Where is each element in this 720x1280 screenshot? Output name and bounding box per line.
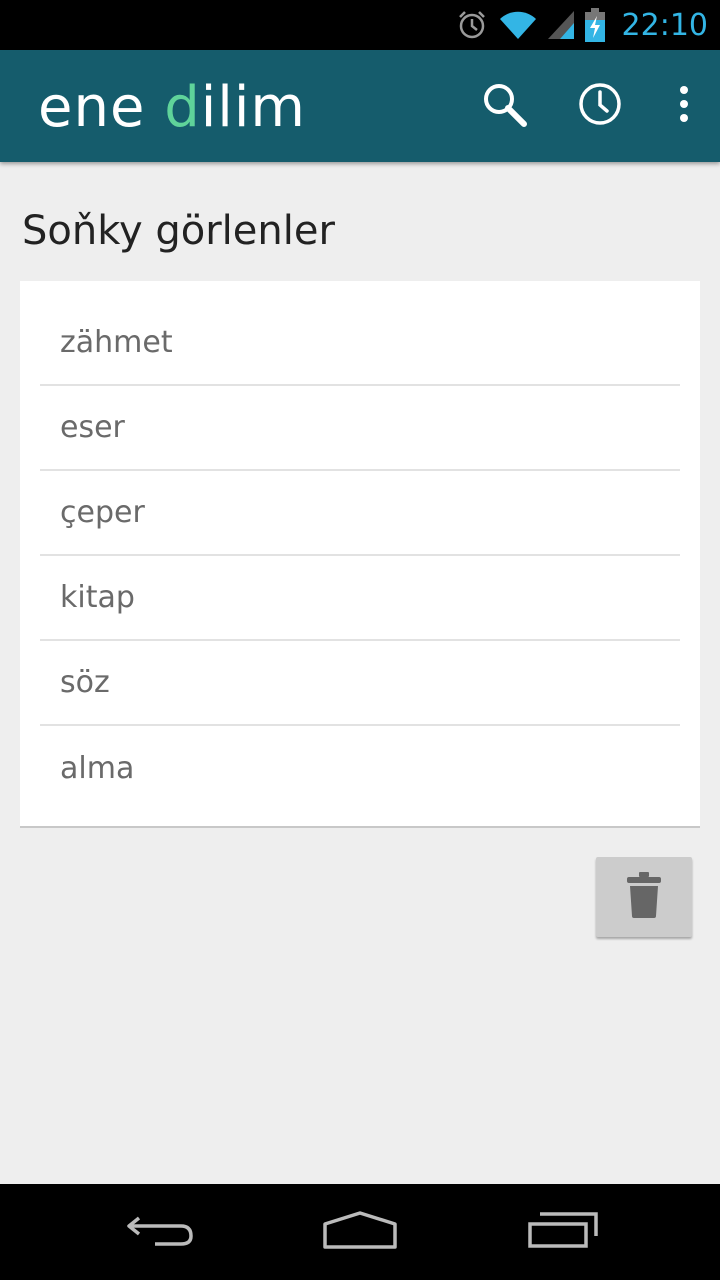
list-item-label: eser xyxy=(60,410,125,445)
list-item[interactable]: alma xyxy=(40,726,680,811)
list-item[interactable]: zähmet xyxy=(40,301,680,386)
trash-icon xyxy=(626,872,662,922)
system-nav-bar xyxy=(0,1184,720,1280)
app-bar: ene dilim xyxy=(0,50,720,162)
recent-apps-icon xyxy=(526,1210,600,1254)
page-title: Soňky görlenler xyxy=(22,208,335,254)
list-item-label: alma xyxy=(60,751,135,786)
list-item-label: zähmet xyxy=(60,325,173,360)
recent-list: zähmet eser çeper kitap söz alma xyxy=(20,281,700,828)
app-logo[interactable]: ene dilim xyxy=(38,76,306,140)
alarm-icon xyxy=(456,9,488,41)
list-item-label: söz xyxy=(60,665,110,700)
logo-text-1: ene xyxy=(38,75,165,140)
overflow-menu-icon xyxy=(678,84,690,128)
wifi-icon xyxy=(498,9,538,41)
list-item[interactable]: kitap xyxy=(40,556,680,641)
history-icon xyxy=(577,81,623,131)
home-button[interactable] xyxy=(315,1204,405,1260)
status-bar: 22:10 xyxy=(0,0,720,50)
search-icon xyxy=(480,80,528,132)
signal-icon xyxy=(547,9,574,41)
list-item[interactable]: eser xyxy=(40,386,680,471)
overflow-menu-button[interactable] xyxy=(658,80,710,132)
list-item[interactable]: söz xyxy=(40,641,680,726)
logo-text-2: ilim xyxy=(200,75,306,140)
recent-apps-button[interactable] xyxy=(518,1204,608,1260)
list-item[interactable]: çeper xyxy=(40,471,680,556)
search-button[interactable] xyxy=(478,80,530,132)
home-icon xyxy=(322,1210,398,1254)
history-button[interactable] xyxy=(574,80,626,132)
back-icon xyxy=(125,1210,195,1254)
back-button[interactable] xyxy=(115,1204,205,1260)
logo-accent-letter: d xyxy=(164,75,201,140)
battery-charging-icon xyxy=(584,8,606,42)
list-item-label: kitap xyxy=(60,580,135,615)
list-item-label: çeper xyxy=(60,495,145,530)
clear-history-button[interactable] xyxy=(596,857,692,937)
status-time: 22:10 xyxy=(621,7,708,43)
